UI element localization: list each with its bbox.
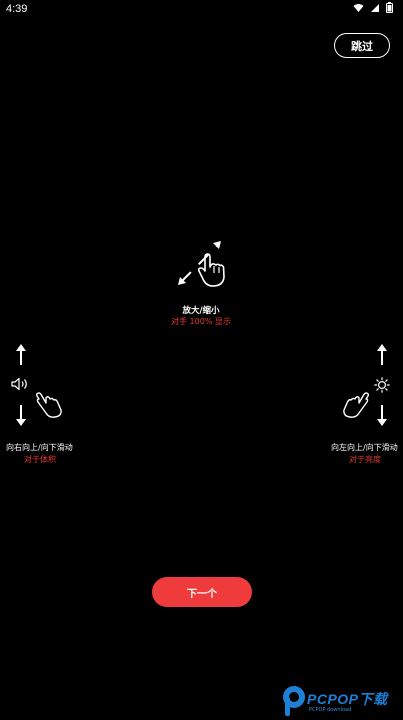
pinch-zoom-icon: [178, 241, 225, 287]
wifi-icon: [353, 3, 364, 12]
right-brightness-hint: 向左向上/向下滑动 对于亮度: [326, 340, 403, 470]
volume-icon: [11, 377, 27, 391]
status-time: 4:39: [6, 3, 28, 15]
battery-icon: [386, 2, 393, 13]
arrow-down-icon: [16, 405, 26, 426]
swipe-hand-icon: [36, 392, 62, 418]
left-volume-hint: 向右向上/向下滑动 对于体积: [0, 340, 80, 470]
brightness-icon: [374, 377, 390, 393]
arrow-down-icon: [377, 405, 387, 426]
right-hint-subtitle: 对于亮度: [349, 455, 381, 464]
skip-button[interactable]: 跳过: [334, 33, 390, 58]
next-button[interactable]: 下一个: [152, 577, 252, 607]
center-hint-title: 放大/缩小: [182, 306, 220, 316]
watermark-sub: PCPOP download: [309, 707, 352, 713]
left-hint-subtitle: 对于体积: [24, 455, 56, 464]
right-hint-title: 向左向上/向下滑动: [331, 443, 398, 452]
status-bar: 4:39: [0, 0, 403, 18]
arrow-up-icon: [377, 344, 387, 365]
left-hint-title: 向右向上/向下滑动: [6, 443, 73, 452]
swipe-hand-icon: [343, 392, 369, 418]
watermark-brand: PCPOP下载: [307, 691, 388, 707]
status-icons: [353, 2, 393, 13]
pcpop-logo-icon: [283, 686, 305, 716]
watermark: PCPOP下载 PCPOP download: [279, 683, 403, 720]
arrow-up-icon: [16, 344, 26, 365]
signal-icon: [371, 3, 379, 12]
center-hint-subtitle: 对手 100% 显示: [171, 317, 231, 326]
